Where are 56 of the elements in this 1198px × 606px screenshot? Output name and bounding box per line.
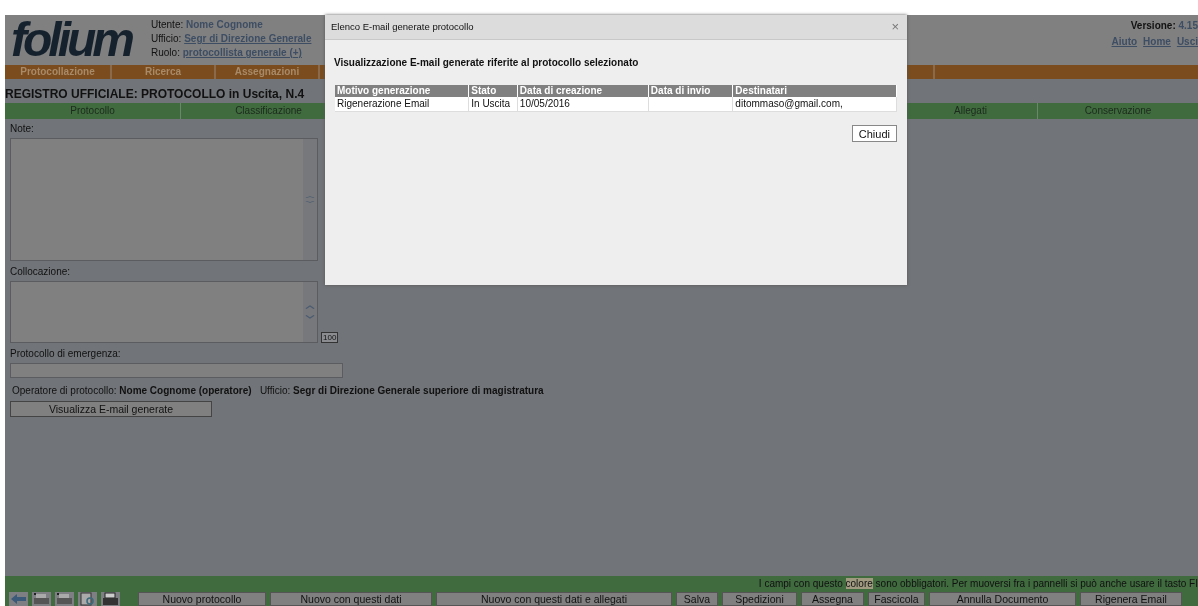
field-label: Protocollo di emergenza: (10, 348, 121, 359)
action-button[interactable]: Rigenera Email (1080, 592, 1182, 606)
action-button[interactable]: Assegna (801, 592, 864, 606)
header-link[interactable]: Usci (1176, 34, 1198, 50)
action-button[interactable]: Annulla Documento (929, 592, 1076, 606)
field-label: Collocazione: (10, 266, 71, 277)
column-header: Data di creazione (517, 85, 649, 97)
role-link[interactable]: protocollista generale (+) (182, 47, 302, 58)
action-button[interactable]: Nuovo con questi dati (270, 592, 432, 606)
header-link[interactable]: Home (1143, 34, 1171, 50)
menu-item[interactable]: Assegnazioni (216, 65, 320, 79)
document-title: REGISTRO UFFICIALE: PROTOCOLLO in Uscita, N.4 (5, 87, 305, 101)
close-dialog-button[interactable]: Chiudi (851, 125, 897, 142)
close-button[interactable]: × (891, 21, 899, 33)
table-cell: Rigenerazione Email (335, 97, 469, 112)
menu-item[interactable]: Protocollazione (5, 65, 112, 79)
office-label: Ufficio: (259, 385, 291, 396)
column-header: Stato (468, 85, 518, 97)
operator-name: Nome Cognome (operatore) (119, 385, 252, 396)
text-area[interactable] (10, 281, 318, 343)
role-label: Ruolo: (151, 47, 180, 58)
tab[interactable]: Conservazione (1038, 103, 1198, 119)
show-emails-button[interactable]: Visualizza E-mail generate (10, 401, 212, 417)
menu-item[interactable]: Ricerca (112, 65, 216, 79)
action-button[interactable]: Nuovo protocollo (138, 592, 266, 606)
input-field[interactable] (10, 363, 343, 378)
user-label: Utente: (151, 19, 184, 30)
logo: folium (10, 15, 133, 65)
action-button[interactable]: Fascicola (868, 592, 925, 606)
dialog-title: Elenco E-mail generate protocollo (330, 20, 474, 32)
tab[interactable]: Protocollo (5, 103, 181, 119)
scrollbar-arrows-icon (303, 139, 317, 260)
printer-icon[interactable] (101, 592, 120, 606)
column-header: Data di invio (648, 85, 733, 97)
user-name: Nome Cognome (186, 19, 263, 30)
action-button[interactable]: Spedizioni (722, 592, 797, 606)
character-counter: 100 (321, 332, 339, 343)
operator-label: Operatore di protocollo: (12, 385, 117, 396)
column-header: Motivo generazione (335, 85, 469, 97)
office-name: Segr di Direzione Generale superiore di magistratura (293, 385, 544, 396)
scrollbar-arrows-icon (303, 282, 317, 342)
header-link[interactable]: Aiuto (1111, 34, 1138, 50)
action-button[interactable]: Nuovo con questi dati e allegati (436, 592, 672, 606)
dialog-heading: Visualizzazione E-mail generate riferite al protocollo selezionato (333, 56, 640, 69)
text-area[interactable] (10, 138, 318, 261)
office-label: Ufficio: (151, 33, 182, 44)
column-header: Destinatari (732, 85, 897, 97)
table-cell: In Uscita (468, 97, 518, 112)
field-label: Note: (10, 123, 34, 134)
action-button[interactable]: Salva (676, 592, 718, 606)
back-arrow-icon[interactable] (9, 592, 28, 606)
office-link[interactable]: Segr di Direzione Generale (184, 33, 312, 44)
version-number: 4.15 (1178, 20, 1198, 31)
version-label: Versione: (1130, 20, 1176, 31)
table-cell: 10/05/2016 (517, 97, 649, 112)
table-cell: ditommaso@gmail.com, (732, 97, 897, 112)
